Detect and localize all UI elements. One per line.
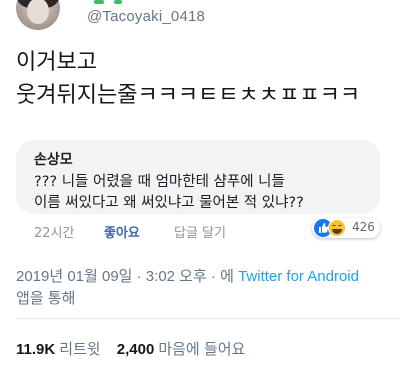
embedded-comment-screenshot: 손상모 ??? 니들 어렸을 때 엄마한테 샴푸에 니들 이름 써있다고 왜 써…: [16, 140, 386, 248]
comment-reply-button: 답글 달기: [174, 226, 226, 241]
like-count[interactable]: 2,400: [117, 341, 155, 358]
user-handle[interactable]: @Tacoyaki_0418: [87, 8, 205, 25]
retweet-count[interactable]: 11.9K: [16, 341, 55, 358]
tweet-metadata: 2019년 01월 09일 · 3:02 오후 · 에 Twitter for …: [16, 266, 359, 310]
client-link[interactable]: Twitter for Android: [238, 268, 359, 285]
client-suffix: 앱을 통해: [16, 290, 76, 307]
comment-bubble: 손상모 ??? 니들 어렸을 때 엄마한테 샴푸에 니들 이름 써있다고 왜 써…: [16, 140, 380, 214]
haha-icon: [328, 219, 346, 237]
comment-like-button: 좋아요: [104, 226, 140, 241]
tweet-line-2: 웃겨뒤지는줄ㅋㅋㅋㅌㅌㅊㅊㅍㅍㅋㅋ: [16, 83, 361, 108]
comment-author: 손상모: [34, 152, 73, 168]
reaction-count: 426: [352, 220, 375, 234]
tweet-body: 이거보고 웃겨뒤지는줄ㅋㅋㅋㅌㅌㅊㅊㅍㅍㅋㅋ: [16, 46, 360, 112]
avatar[interactable]: [16, 0, 60, 30]
badge-fragment: [114, 0, 122, 4]
retweet-label[interactable]: 리트윗: [59, 341, 100, 358]
comment-text-line-2: 이름 써있다고 왜 써있냐고 물어본 적 있냐??: [34, 195, 304, 211]
like-label[interactable]: 마음에 들어요: [158, 341, 245, 358]
comment-time: 22시간: [34, 226, 75, 241]
divider: [16, 318, 400, 319]
tweet-stats: 11.9K 리트윗 2,400 마음에 들어요: [16, 338, 257, 359]
tweet-line-1: 이거보고: [16, 50, 97, 75]
reaction-summary: 426: [312, 218, 380, 238]
tweet-header: @Tacoyaki_0418: [0, 0, 400, 32]
tweet-timestamp[interactable]: 2019년 01월 09일 · 3:02 오후 · 에: [16, 268, 234, 285]
verified-badge-fragment: [94, 0, 104, 4]
comment-text-line-1: ??? 니들 어렸을 때 엄마한테 샴푸에 니들: [34, 174, 285, 190]
